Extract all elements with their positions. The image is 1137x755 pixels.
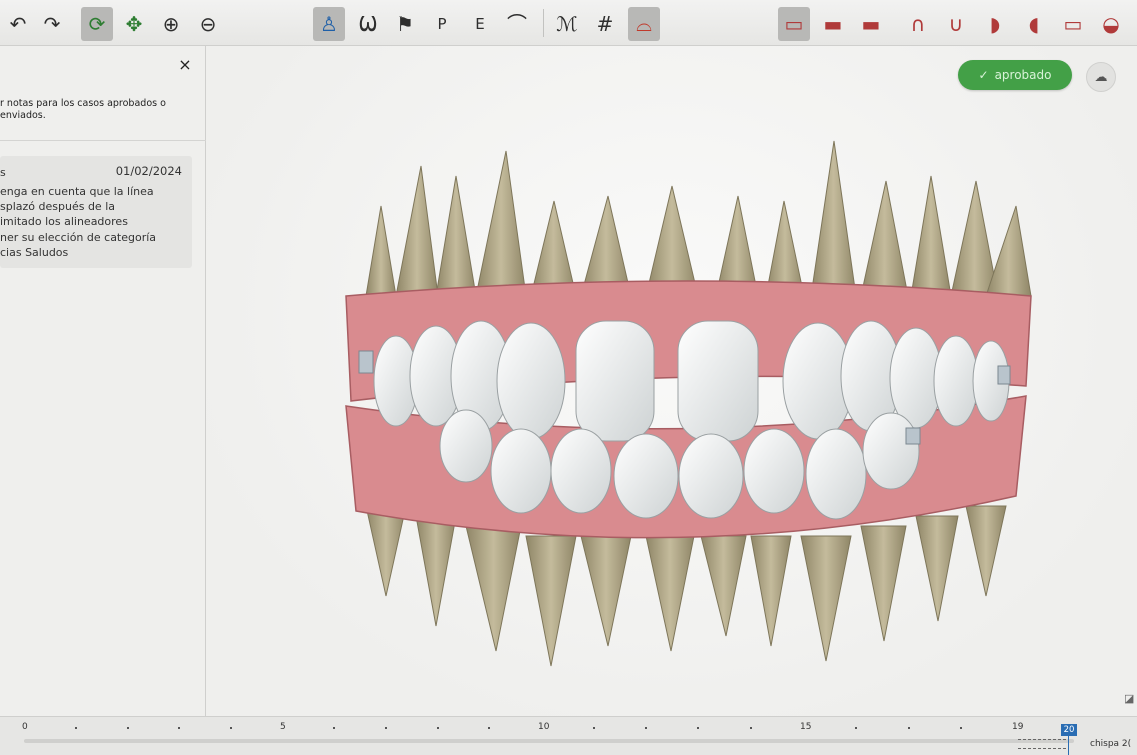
lower-arch-icon[interactable]: ∪ [940, 7, 972, 41]
tick-dot [645, 727, 647, 729]
tick-dot [178, 727, 180, 729]
upper-arch-icon[interactable]: ∩ [902, 7, 934, 41]
panel-divider [0, 140, 206, 141]
right-view-icon[interactable]: ◗ [979, 7, 1011, 41]
zoom-out-icon[interactable]: ⊖ [192, 7, 224, 41]
spark-label: chispa 2( [1090, 739, 1132, 749]
posterior-view-icon[interactable]: ▭ [1057, 7, 1089, 41]
tick-dot [127, 727, 129, 729]
move-icon[interactable]: ✥ [118, 7, 150, 41]
tick-label: 0 [22, 722, 28, 732]
notes-hint: r notas para los casos aprobados o envia… [0, 98, 166, 121]
view-cube-icon[interactable]: ◪ [1124, 692, 1137, 710]
undo-icon[interactable]: ↶ [2, 7, 34, 41]
cloud-upload-icon[interactable]: ☁ [1086, 62, 1116, 92]
current-stage-marker[interactable]: 20 [1061, 724, 1077, 736]
e-tooth-icon[interactable]: E [464, 7, 496, 41]
tick-dot [908, 727, 910, 729]
tick-dot [593, 727, 595, 729]
checkered-flag-icon[interactable]: ⚑ [389, 7, 421, 41]
timeline-track[interactable] [24, 739, 1074, 743]
root-view-icon[interactable]: Ѡ [352, 7, 384, 41]
timeline-range [1018, 739, 1066, 749]
tick-label: 15 [800, 722, 812, 732]
note-author: s [0, 166, 6, 179]
p-tooth-icon[interactable]: P [426, 7, 458, 41]
upper-view-icon[interactable]: ▬ [817, 7, 849, 41]
note-text: enga en cuenta que la línea splazó despu… [0, 185, 157, 259]
ipr-icon[interactable]: ℳ [551, 7, 583, 41]
3d-viewport[interactable]: ✓ aprobado ☁ [206, 46, 1137, 716]
zoom-in-icon[interactable]: ⊕ [155, 7, 187, 41]
notes-panel: × r notas para los casos aprobados o env… [0, 46, 206, 716]
note-date: 01/02/2024 [115, 164, 182, 178]
left-view-icon[interactable]: ◖ [1018, 7, 1050, 41]
tick-dot [437, 727, 439, 729]
tick-dot [960, 727, 962, 729]
tick-dot [230, 727, 232, 729]
toolbar-divider [543, 9, 544, 37]
check-icon: ✓ [978, 68, 989, 82]
tick-dot [855, 727, 857, 729]
bone-icon[interactable]: ⌒ [501, 7, 533, 41]
lower-view-icon[interactable]: ▬ [855, 7, 887, 41]
tick-dot [385, 727, 387, 729]
current-stage-line [1068, 736, 1069, 755]
tick-label: 5 [280, 722, 286, 732]
redo-icon[interactable]: ↷ [36, 7, 68, 41]
tick-label: 10 [538, 722, 550, 732]
tick-dot [697, 727, 699, 729]
dental-model[interactable] [326, 126, 1046, 686]
close-icon[interactable]: × [176, 56, 194, 74]
tick-dot [750, 727, 752, 729]
gum-view-icon[interactable]: ⌓ [628, 7, 660, 41]
tick-dot [75, 727, 77, 729]
tick-label: 19 [1012, 722, 1024, 732]
grid-icon[interactable]: # [589, 7, 621, 41]
back-view-icon[interactable]: ◒ [1095, 7, 1127, 41]
approved-status-button[interactable]: ✓ aprobado [958, 60, 1072, 90]
tooth-view-icon[interactable]: ♙ [313, 7, 345, 41]
upper-roots [365, 140, 1032, 297]
stage-timeline[interactable]: 0 5 10 15 19 20 chispa 2( [0, 716, 1137, 755]
tick-dot [333, 727, 335, 729]
front-view-icon[interactable]: ▭ [778, 7, 810, 41]
note-card: s 01/02/2024 enga en cuenta que la línea… [0, 156, 192, 268]
main-toolbar: ↶ ↷ ⟳ ✥ ⊕ ⊖ ♙ Ѡ ⚑ P E ⌒ ℳ # ⌓ ▭ ▬ ▬ ∩ ∪ … [0, 0, 1137, 46]
tick-dot [488, 727, 490, 729]
rotate-icon[interactable]: ⟳ [81, 7, 113, 41]
status-label: aprobado [994, 68, 1052, 82]
